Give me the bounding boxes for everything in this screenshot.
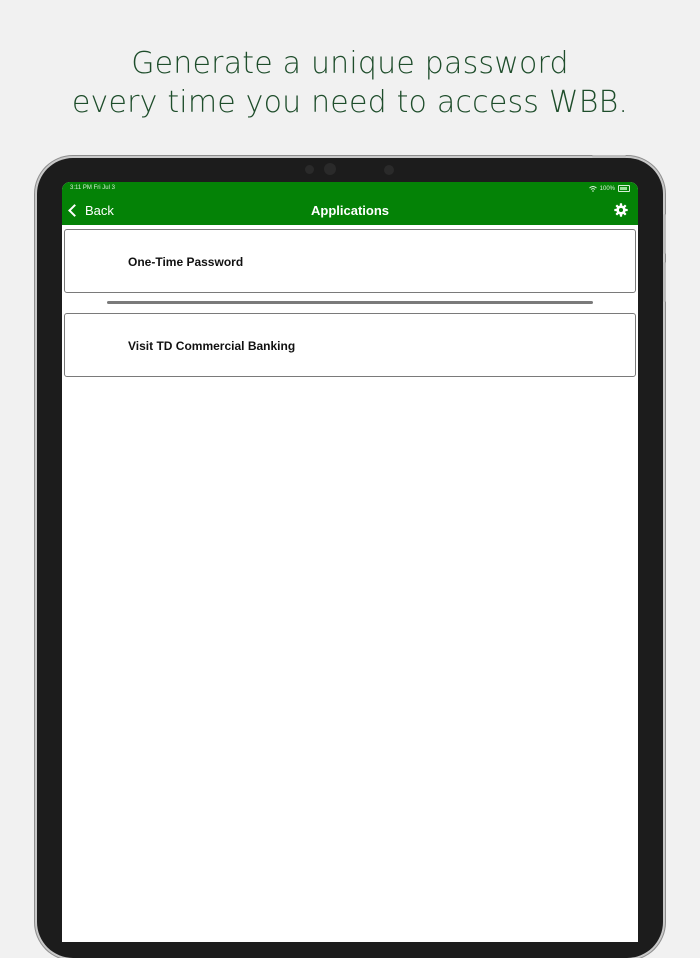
navigation-bar: 3:11 PM Fri Jul 3 100% Back Applications (62, 182, 638, 225)
page-title: Applications (310, 203, 389, 218)
battery-percent: 100% (599, 185, 615, 192)
list-item-label: Visit TD Commercial Banking (128, 339, 296, 353)
top-button (592, 155, 626, 158)
gear-icon[interactable] (614, 203, 628, 217)
app-screen: 3:11 PM Fri Jul 3 100% Back Applications (62, 182, 638, 942)
list-item-visit-td-commercial-banking[interactable]: Visit TD Commercial Banking (64, 313, 636, 377)
status-indicators: 100% (588, 185, 630, 192)
divider (107, 301, 593, 304)
marketing-headline: Generate a unique password every time yo… (0, 44, 700, 122)
status-time: 3:11 PM Fri Jul 3 (70, 185, 115, 191)
headline-line-1: Generate a unique password (131, 46, 569, 81)
camera-icon (324, 163, 336, 175)
sensor-icon (305, 165, 314, 174)
list-item-label: One-Time Password (128, 255, 244, 269)
sensor-icon (384, 165, 394, 175)
battery-icon (618, 185, 630, 192)
list-item-one-time-password[interactable]: One-Time Password (64, 229, 636, 293)
volume-down-button (663, 262, 666, 302)
headline-line-2: every time you need to access WBB. (71, 85, 629, 120)
volume-up-button (663, 214, 666, 254)
wifi-icon (588, 185, 597, 192)
